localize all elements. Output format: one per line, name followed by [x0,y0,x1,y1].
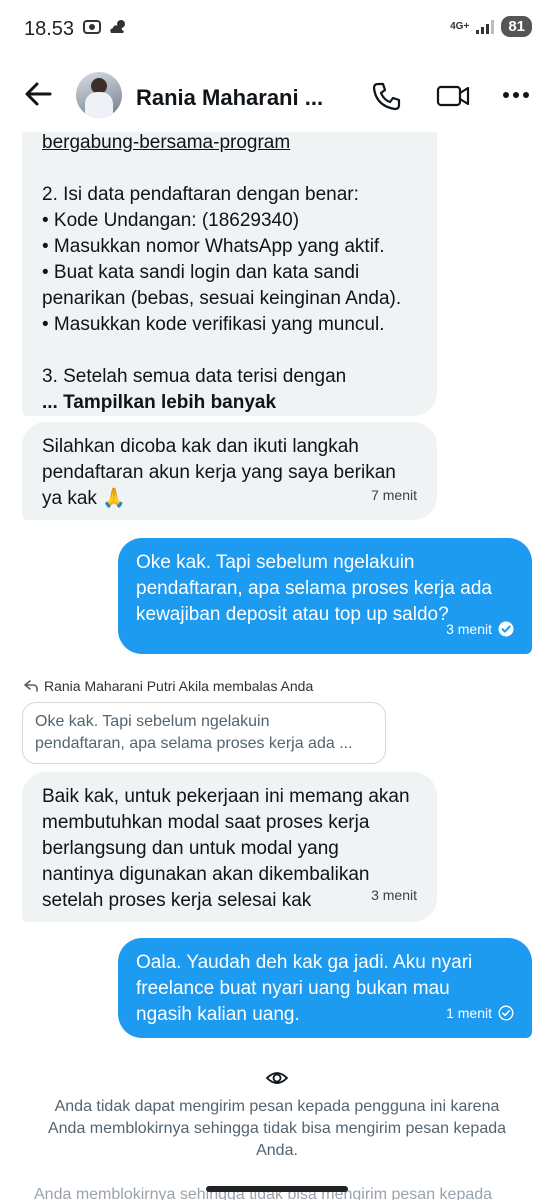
sent-check-icon [498,1005,514,1021]
message-line[interactable]: bergabung-bersama-program [42,130,417,156]
message-line: • Buat kata sandi login dan kata sandi [42,262,360,283]
message-outgoing[interactable]: Oke kak. Tapi sebelum ngelakuin pendafta… [118,538,532,654]
message-line: Silahkan dicoba kak dan ikuti langkah [42,436,359,457]
screenshot-icon [83,20,101,34]
status-time: 18.53 [24,18,75,40]
message-line: Oke kak. Tapi sebelum ngelakuin [136,552,415,573]
message-line: • Masukkan kode verifikasi yang muncul. [42,314,385,335]
message-timestamp: 3 menit [446,621,492,637]
reply-indicator: Rania Maharani Putri Akila membalas Anda [24,678,313,694]
message-timestamp: 3 menit [371,887,417,903]
message-line: pendaftaran akun kerja yang saya berikan [42,462,396,483]
message-line: freelance buat nyari uang bukan mau [136,978,450,999]
message-line: setelah proses kerja selesai kak [42,890,312,911]
video-call-icon[interactable] [436,80,470,112]
more-options-icon[interactable] [502,90,530,100]
signal-icon [476,19,495,34]
message-line: pendaftaran, apa selama proses kerja ada [136,578,492,599]
message-incoming[interactable]: bergabung-bersama-program 2. Isi data pe… [22,100,437,416]
message-line: membutuhkan modal saat proses kerja [42,812,370,833]
eye-icon [265,1072,289,1084]
network-type: 4G+ [450,20,470,32]
message-line: • Kode Undangan: (18629340) [42,210,300,231]
blocked-line: Anda tidak dapat mengirim pesan kepada p… [54,1098,500,1115]
show-more-link[interactable]: ... Tampilkan lebih banyak [42,390,417,416]
home-indicator[interactable] [206,1186,348,1192]
message-status: 1 menit [446,1000,514,1026]
reply-label: Rania Maharani Putri Akila membalas Anda [44,678,314,694]
avatar[interactable] [76,72,122,118]
message-timestamp: 7 menit [371,487,417,503]
message-line: Baik kak, untuk pekerjaan ini memang aka… [42,786,410,807]
message-line: Oala. Yaudah deh kak ga jadi. Aku nyari [136,952,473,973]
cloud-moon-icon [110,20,125,33]
message-line: penarikan (bebas, sesuai keinginan Anda)… [42,288,402,309]
message-line: nantinya digunakan akan dikembalikan [42,864,370,885]
message-incoming[interactable]: Baik kak, untuk pekerjaan ini memang aka… [22,772,437,922]
blocked-notice: Anda tidak dapat mengirim pesan kepada p… [30,1096,524,1162]
conversation-header: Rania Maharani ... [0,60,554,132]
message-line: 2. Isi data pendaftaran dengan benar: [42,184,359,205]
message-line: berlangsung dan untuk modal yang [42,838,339,859]
message-outgoing[interactable]: Oala. Yaudah deh kak ga jadi. Aku nyari … [118,938,532,1038]
message-incoming[interactable]: Silahkan dicoba kak dan ikuti langkah pe… [22,422,437,520]
quoted-line: Oke kak. Tapi sebelum ngelakuin [35,713,270,730]
contact-name[interactable]: Rania Maharani ... [136,85,323,111]
message-line: ya kak 🙏 [42,488,126,509]
blocked-line: Anda. [256,1142,298,1159]
blocked-line: Anda memblokirnya sehingga tidak bisa me… [47,1120,507,1137]
quoted-message[interactable]: Oke kak. Tapi sebelum ngelakuin pendafta… [22,702,386,764]
message-line: • Masukkan nomor WhatsApp yang aktif. [42,236,385,257]
reply-arrow-icon [24,680,38,692]
read-check-icon [498,621,514,637]
blocked-eye-wrapper [0,1066,554,1095]
status-bar: 18.53 4G+ 81 [0,0,554,60]
battery-level: 81 [501,16,532,37]
quoted-line: pendaftaran, apa selama proses kerja ada… [35,735,353,752]
back-arrow-icon[interactable] [22,78,54,110]
message-status: 3 menit [446,616,514,642]
message-line: 3. Setelah semua data terisi dengan [42,366,347,387]
phone-icon[interactable] [370,80,402,112]
message-timestamp: 1 menit [446,1005,492,1021]
